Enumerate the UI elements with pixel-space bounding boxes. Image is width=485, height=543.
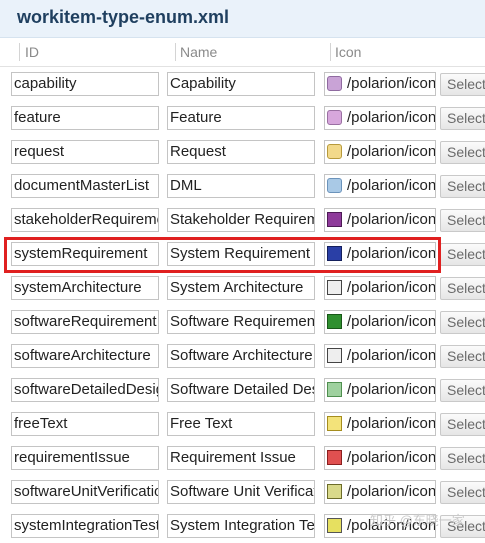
table-row: requirementIssue Requirement Issue /pola… bbox=[0, 441, 485, 475]
name-field[interactable]: Software Unit Verificat bbox=[167, 480, 315, 504]
table-row: documentMasterList DML /polarion/icon Se… bbox=[0, 169, 485, 203]
header-divider bbox=[175, 43, 176, 61]
table-row: stakeholderRequireme Stakeholder Require… bbox=[0, 203, 485, 237]
capability-icon bbox=[327, 76, 342, 91]
name-field[interactable]: Free Text bbox=[167, 412, 315, 436]
select-icon-button[interactable]: Select bbox=[440, 107, 485, 130]
select-icon-button[interactable]: Select bbox=[440, 141, 485, 164]
table-row: softwareRequirement Software Requirement… bbox=[0, 305, 485, 339]
issue-icon bbox=[327, 450, 342, 465]
id-field[interactable]: documentMasterList bbox=[11, 174, 159, 198]
id-field[interactable]: softwareUnitVerificatio bbox=[11, 480, 159, 504]
watermark: 知乎 @东晓一家 bbox=[370, 513, 465, 528]
icon-path-field[interactable]: /polarion/icon bbox=[324, 310, 436, 334]
name-field[interactable]: Capability bbox=[167, 72, 315, 96]
select-icon-button[interactable]: Select bbox=[440, 311, 485, 334]
select-icon-button[interactable]: Select bbox=[440, 447, 485, 470]
select-icon-button[interactable]: Select bbox=[440, 209, 485, 232]
architecture-icon bbox=[327, 348, 342, 363]
header-icon: Icon bbox=[335, 44, 362, 60]
verification-icon bbox=[327, 484, 342, 499]
table-row: capability Capability /polarion/icon Sel… bbox=[0, 67, 485, 101]
select-icon-button[interactable]: Select bbox=[440, 175, 485, 198]
header-divider bbox=[330, 43, 331, 61]
architecture-icon bbox=[327, 280, 342, 295]
id-field[interactable]: systemArchitecture bbox=[11, 276, 159, 300]
icon-path-field[interactable]: /polarion/icon bbox=[324, 174, 436, 198]
select-icon-button[interactable]: Select bbox=[440, 379, 485, 402]
table-row: softwareDetailedDesig Software Detailed … bbox=[0, 373, 485, 407]
header-divider bbox=[19, 43, 20, 61]
id-field[interactable]: feature bbox=[11, 106, 159, 130]
icon-path-field[interactable]: /polarion/icon bbox=[324, 208, 436, 232]
table-row: softwareArchitecture Software Architectu… bbox=[0, 339, 485, 373]
id-field[interactable]: request bbox=[11, 140, 159, 164]
name-field[interactable]: Software Detailed Des bbox=[167, 378, 315, 402]
highlight-box bbox=[4, 237, 441, 273]
select-icon-button[interactable]: Select bbox=[440, 413, 485, 436]
table-row: feature Feature /polarion/icon Select bbox=[0, 101, 485, 135]
document-icon bbox=[327, 178, 342, 193]
name-field[interactable]: Feature bbox=[167, 106, 315, 130]
icon-path-field[interactable]: /polarion/icon bbox=[324, 276, 436, 300]
page-title: workitem-type-enum.xml bbox=[17, 7, 230, 27]
select-icon-button[interactable]: Select bbox=[440, 345, 485, 368]
name-field[interactable]: DML bbox=[167, 174, 315, 198]
icon-path-field[interactable]: /polarion/icon bbox=[324, 140, 436, 164]
icon-path-field[interactable]: /polarion/icon bbox=[324, 378, 436, 402]
name-field[interactable]: Requirement Issue bbox=[167, 446, 315, 470]
id-field[interactable]: freeText bbox=[11, 412, 159, 436]
table-row: request Request /polarion/icon Select bbox=[0, 135, 485, 169]
id-field[interactable]: stakeholderRequireme bbox=[11, 208, 159, 232]
id-field[interactable]: systemIntegrationTest bbox=[11, 514, 159, 538]
id-field[interactable]: requirementIssue bbox=[11, 446, 159, 470]
title-bar: workitem-type-enum.xml bbox=[0, 0, 485, 38]
stakeholder-requirement-icon bbox=[327, 212, 342, 227]
table-row: systemArchitecture System Architecture /… bbox=[0, 271, 485, 305]
header-id: ID bbox=[25, 44, 39, 60]
name-field[interactable]: System Architecture bbox=[167, 276, 315, 300]
select-icon-button[interactable]: Select bbox=[440, 73, 485, 96]
table-header: ID Name Icon bbox=[0, 38, 485, 67]
name-field[interactable]: Stakeholder Requirem bbox=[167, 208, 315, 232]
select-icon-button[interactable]: Select bbox=[440, 481, 485, 504]
feature-icon bbox=[327, 110, 342, 125]
select-icon-button[interactable]: Select bbox=[440, 243, 485, 266]
request-icon bbox=[327, 144, 342, 159]
icon-path-field[interactable]: /polarion/icon bbox=[324, 446, 436, 470]
id-field[interactable]: softwareDetailedDesig bbox=[11, 378, 159, 402]
header-name: Name bbox=[180, 44, 218, 60]
table-row: freeText Free Text /polarion/icon Select bbox=[0, 407, 485, 441]
icon-path-field[interactable]: /polarion/icon bbox=[324, 106, 436, 130]
name-field[interactable]: System Integration Tes bbox=[167, 514, 315, 538]
icon-path-field[interactable]: /polarion/icon bbox=[324, 72, 436, 96]
icon-path-field[interactable]: /polarion/icon bbox=[324, 344, 436, 368]
icon-path-field[interactable]: /polarion/icon bbox=[324, 412, 436, 436]
select-icon-button[interactable]: Select bbox=[440, 277, 485, 300]
name-field[interactable]: Software Architecture bbox=[167, 344, 315, 368]
integration-test-icon bbox=[327, 518, 342, 533]
icon-path-field[interactable]: /polarion/icon bbox=[324, 480, 436, 504]
detailed-design-icon bbox=[327, 382, 342, 397]
id-field[interactable]: capability bbox=[11, 72, 159, 96]
name-field[interactable]: Software Requirement bbox=[167, 310, 315, 334]
free-text-icon bbox=[327, 416, 342, 431]
id-field[interactable]: softwareArchitecture bbox=[11, 344, 159, 368]
table-row: softwareUnitVerificatio Software Unit Ve… bbox=[0, 475, 485, 509]
name-field[interactable]: Request bbox=[167, 140, 315, 164]
software-requirement-icon bbox=[327, 314, 342, 329]
id-field[interactable]: softwareRequirement bbox=[11, 310, 159, 334]
